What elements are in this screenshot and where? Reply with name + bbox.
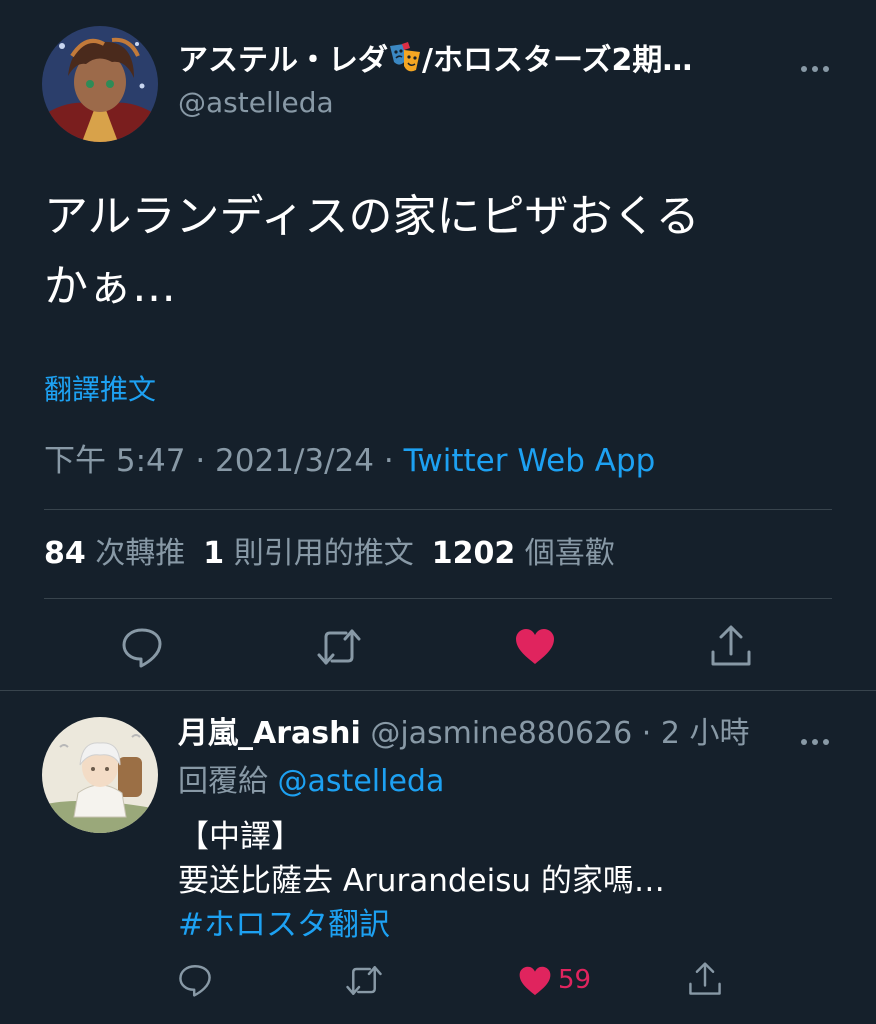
reply-time[interactable]: 2 小時 — [661, 716, 750, 751]
display-name[interactable]: アステル・レダ /ホロスターズ2期… — [178, 40, 692, 82]
display-name-suffix: /ホロスターズ2期… — [422, 43, 693, 78]
display-name-text: アステル・レダ — [178, 43, 388, 78]
share-icon[interactable] — [710, 624, 752, 672]
avatar[interactable] — [42, 26, 158, 142]
reply-bubble-icon[interactable] — [178, 963, 212, 1001]
quotes-count: 1 — [203, 536, 225, 571]
tweet-text: アルランディスの家にピザおくる かぁ… — [44, 182, 824, 322]
likes-label: 個喜歡 — [524, 536, 615, 571]
reply-handle[interactable]: @jasmine880626 — [370, 716, 632, 751]
more-dots-icon[interactable] — [800, 58, 830, 72]
likes-count: 1202 — [431, 536, 516, 571]
meta-separator: · — [195, 443, 206, 479]
tweet-meta: 下午 5:47 · 2021/3/24 · Twitter Web App — [44, 440, 655, 482]
retweets-count: 84 — [44, 536, 86, 571]
reply-avatar[interactable] — [42, 717, 158, 833]
share-icon[interactable] — [688, 961, 722, 1001]
user-handle[interactable]: @astelleda — [178, 84, 334, 122]
retweets-label: 次轉推 — [95, 536, 186, 571]
tweet-text-line2: かぁ… — [44, 261, 176, 312]
reply-text-line2: 要送比薩去 Arurandeisu 的家嗎… — [178, 863, 665, 899]
reply-text-line1: 【中譯】 — [178, 819, 302, 855]
tweet-text-line1: アルランディスの家にピザおくる — [44, 191, 700, 242]
theater-masks-icon — [388, 42, 422, 74]
tweet-date[interactable]: 2021/3/24 — [215, 443, 374, 479]
retweets-stat[interactable]: 84 次轉推 — [44, 536, 185, 571]
replying-to-mention[interactable]: @astelleda — [278, 764, 445, 799]
heart-icon[interactable] — [514, 627, 556, 669]
translate-tweet-link[interactable]: 翻譯推文 — [44, 370, 156, 410]
divider — [44, 598, 832, 599]
reply-like-count: 59 — [558, 965, 592, 995]
tweet-time[interactable]: 下午 5:47 — [44, 443, 185, 479]
main-tweet: アステル・レダ /ホロスターズ2期… @astelleda アルランディスの家に… — [0, 0, 876, 690]
reply-tweet[interactable]: 月嵐_Arashi @jasmine880626 · 2 小時 回覆給 @ast… — [0, 691, 876, 1024]
meta-separator: · — [641, 716, 652, 751]
divider — [44, 509, 832, 510]
tweet-source-link[interactable]: Twitter Web App — [404, 443, 656, 479]
quotes-label: 則引用的推文 — [233, 536, 414, 571]
tweet-stats: 84 次轉推 1 則引用的推文 1202 個喜歡 — [44, 533, 615, 575]
reply-header: 月嵐_Arashi @jasmine880626 · 2 小時 — [178, 713, 749, 755]
replying-to: 回覆給 @astelleda — [178, 761, 444, 803]
reply-text: 【中譯】 要送比薩去 Arurandeisu 的家嗎… #ホロスタ翻訳 — [178, 815, 665, 947]
reply-bubble-icon[interactable] — [121, 626, 163, 672]
replying-to-label: 回覆給 — [178, 764, 268, 799]
more-dots-icon[interactable] — [800, 731, 830, 745]
heart-icon[interactable] — [518, 965, 552, 1000]
hashtag-link[interactable]: #ホロスタ翻訳 — [178, 903, 665, 947]
retweet-icon[interactable] — [345, 964, 383, 1001]
reply-display-name[interactable]: 月嵐_Arashi — [178, 716, 361, 751]
quotes-stat[interactable]: 1 則引用的推文 — [203, 536, 413, 571]
meta-separator: · — [383, 443, 394, 479]
retweet-icon[interactable] — [316, 627, 362, 671]
likes-stat[interactable]: 1202 個喜歡 — [432, 536, 615, 571]
